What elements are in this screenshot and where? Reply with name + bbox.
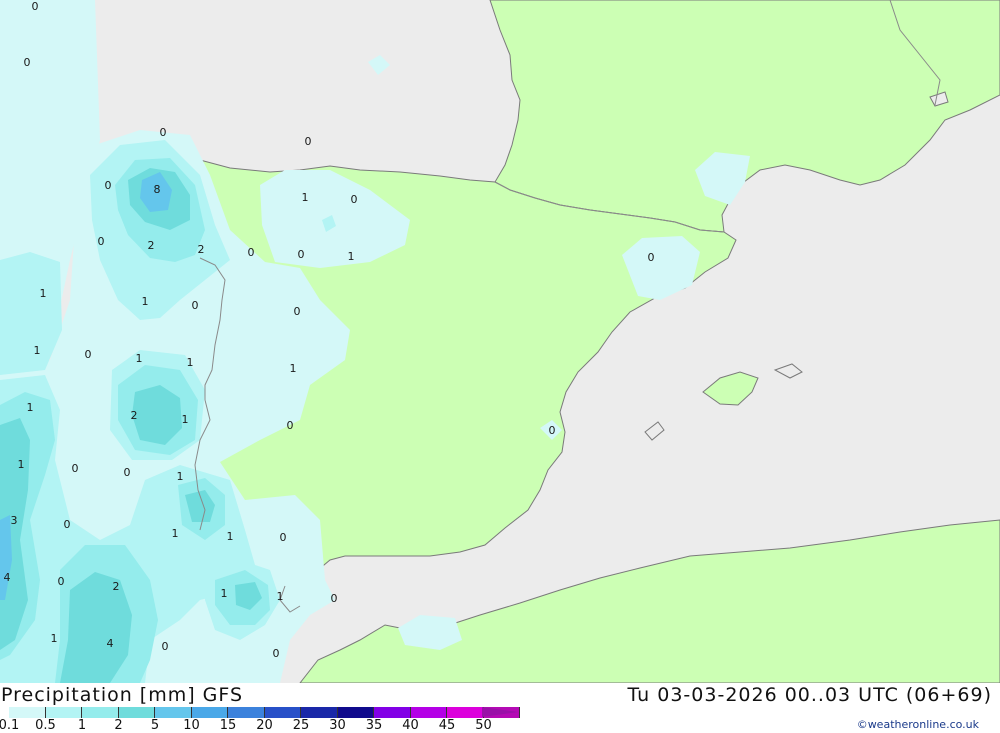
precip-value: 2 [131,409,138,422]
precip-value: 1 [227,530,234,543]
precip-value: 0 [273,647,280,660]
legend-swatch [191,707,228,718]
precip-value: 1 [51,632,58,645]
precip-value: 0 [648,251,655,264]
precip-value: 0 [58,575,65,588]
precip-value: 0 [331,592,338,605]
precip-value: 1 [182,413,189,426]
precip-value: 1 [172,527,179,540]
legend-tick-label: 15 [219,718,237,733]
legend-tick-label: 35 [365,718,383,733]
legend-swatch [374,707,411,718]
precip-value: 1 [40,287,47,300]
precip-value: 0 [64,518,71,531]
precip-value: 1 [136,352,143,365]
precip-value: 1 [277,590,284,603]
legend-swatch [155,707,192,718]
legend-tick-label: 5 [150,718,160,733]
precip-value: 0 [162,640,169,653]
legend-swatch [45,707,82,718]
precip-value: 8 [154,183,161,196]
precip-value: 0 [549,424,556,437]
forecast-timestamp: Tu 03-03-2026 00..03 UTC (06+69) [627,684,992,706]
precip-value: 4 [107,637,114,650]
precip-value: 0 [294,305,301,318]
precip-value: 2 [148,239,155,252]
precip-value: 4 [4,571,11,584]
precipitation-map: 0 0 0 0 8 1 0 0 2 2 0 0 0 1 1 1 0 0 1 1 … [0,0,1000,683]
precip-value: 1 [34,344,41,357]
precip-value: 0 [287,419,294,432]
legend-tick-label: 0.1 [0,718,20,733]
precip-value: 1 [18,458,25,471]
precip-value: 1 [142,295,149,308]
precip-value: 0 [280,531,287,544]
precip-value: 0 [105,179,112,192]
legend-swatch [410,707,447,718]
precip-value: 0 [305,135,312,148]
precip-value: 0 [124,466,131,479]
precip-value: 3 [11,514,18,527]
legend-tick-label: 0.5 [35,718,56,733]
legend-swatch [264,707,301,718]
precip-value: 1 [290,362,297,375]
legend-tick-label: 30 [329,718,346,733]
legend-swatch [301,707,338,718]
precip-value: 1 [27,401,34,414]
legend-tick-label: 10 [183,718,200,733]
legend-color-scale [9,707,520,718]
precip-value: 2 [113,580,120,593]
precip-value: 1 [302,191,309,204]
precip-value: 1 [348,250,355,263]
legend-swatch [118,707,155,718]
precip-value: 1 [187,356,194,369]
legend-tick-label: 40 [402,718,419,733]
legend-tick-label: 50 [475,718,492,733]
precip-value: 0 [192,299,199,312]
legend-swatch [447,707,484,718]
legend-overflow-arrow [482,707,518,717]
legend-tick-label: 45 [438,718,456,733]
legend-swatch [82,707,119,718]
precip-value: 0 [72,462,79,475]
precip-value: 1 [221,587,228,600]
precip-value: 0 [248,246,255,259]
legend-tick-label: 20 [256,718,273,733]
legend-tick-label: 1 [77,718,87,733]
legend-tick-label: 2 [114,718,123,733]
precip-value: 0 [298,248,305,261]
precip-value: 0 [160,126,167,139]
source-credit-link[interactable]: ©weatheronline.co.uk [857,718,979,731]
legend-tick-label: 25 [292,718,310,733]
legend-swatch [228,707,265,718]
precip-value: 1 [177,470,184,483]
precip-value: 0 [24,56,31,69]
precip-value: 0 [32,0,39,13]
precip-value: 0 [98,235,105,248]
map-title: Precipitation [mm] GFS [1,684,244,706]
precip-value: 0 [85,348,92,361]
legend-swatch [9,707,46,718]
precip-value: 0 [351,193,358,206]
legend-swatch [337,707,374,718]
legend-footer: Precipitation [mm] GFS Tu 03-03-2026 00.… [0,683,1000,733]
precip-value: 2 [198,243,205,256]
